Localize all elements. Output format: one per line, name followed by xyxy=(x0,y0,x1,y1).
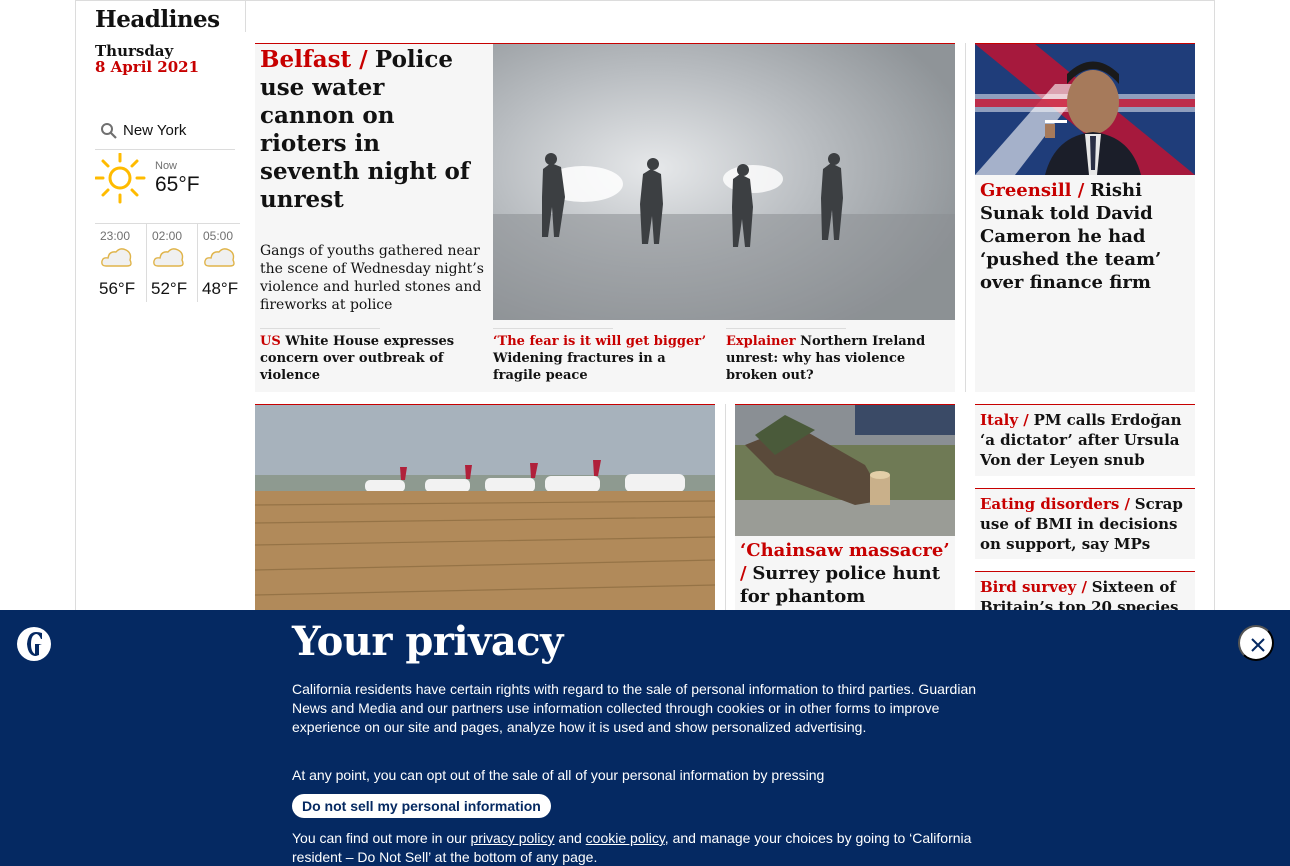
planes-photo[interactable] xyxy=(254,404,716,611)
story-kicker: Belfast / xyxy=(260,46,368,73)
related-link-kicker: ‘The fear is it will get bigger’ xyxy=(493,334,707,349)
section-title: Headlines xyxy=(95,6,220,33)
cookie-policy-link[interactable]: cookie policy xyxy=(586,830,665,846)
privacy-paragraph: At any point, you can opt out of the sal… xyxy=(292,767,825,783)
divider xyxy=(260,328,380,329)
forecast-time: 23:00 xyxy=(100,229,131,243)
story-card[interactable]: ‘Chainsaw massacre’ / Surrey police hunt… xyxy=(735,404,955,630)
forecast-item: 02:00 52°F xyxy=(146,224,196,302)
column-divider xyxy=(725,404,726,610)
forecast-time: 02:00 xyxy=(152,229,183,243)
privacy-text: You can find out more in our xyxy=(292,830,471,846)
story-kicker: Greensill / xyxy=(980,180,1085,201)
lead-story-headline[interactable]: Belfast / Police use water cannon on rio… xyxy=(260,46,485,214)
lead-story-card[interactable]: Belfast / Police use water cannon on rio… xyxy=(255,43,955,392)
related-link-text: Widening fractures in a fragile peace xyxy=(493,351,666,383)
story-kicker: Bird survey / xyxy=(980,578,1087,596)
close-icon xyxy=(1251,638,1265,652)
divider xyxy=(726,328,846,329)
related-link-kicker: US xyxy=(260,334,281,349)
lead-story-standfirst: Gangs of youths gathered near the scene … xyxy=(260,243,484,313)
forecast-item: 05:00 48°F xyxy=(197,224,247,302)
story-headline[interactable]: Italy / PM calls Erdoğan ‘a dictator’ af… xyxy=(975,405,1195,475)
column-divider xyxy=(965,43,966,392)
story-kicker: Eating disorders / xyxy=(980,495,1131,513)
do-not-sell-button[interactable]: Do not sell my personal information xyxy=(292,794,551,818)
story-card[interactable]: Greensill / Rishi Sunak told David Camer… xyxy=(975,43,1195,392)
privacy-banner: Your privacy California residents have c… xyxy=(0,610,1290,866)
cloud-moon-icon xyxy=(203,244,237,274)
privacy-policy-link[interactable]: privacy policy xyxy=(471,830,555,846)
forecast-item: 23:00 56°F xyxy=(95,224,145,302)
story-card[interactable]: Bird survey / Sixteen of Britain’s top 2… xyxy=(975,571,1195,610)
privacy-paragraph: California residents have certain rights… xyxy=(292,681,977,735)
weather-now-label: Now xyxy=(155,160,178,172)
location-input[interactable] xyxy=(123,122,233,139)
related-link-text: White House expresses concern over outbr… xyxy=(260,334,455,383)
forecast-temp: 48°F xyxy=(202,279,239,298)
top-border xyxy=(75,0,1215,1)
privacy-text: and xyxy=(554,830,586,846)
guardian-logo-icon xyxy=(16,626,52,666)
date-full: 8 April 2021 xyxy=(95,58,200,76)
privacy-title: Your privacy xyxy=(292,618,563,665)
search-icon[interactable] xyxy=(100,122,118,144)
privacy-paragraph: You can find out more in our privacy pol… xyxy=(292,829,997,866)
forecast-temp: 52°F xyxy=(151,279,188,298)
close-button[interactable] xyxy=(1238,625,1274,661)
sunak-photo[interactable] xyxy=(975,44,1195,175)
story-card[interactable]: Eating disorders / Scrap use of BMI in d… xyxy=(975,488,1195,559)
sun-icon xyxy=(94,152,147,209)
forecast-temp: 56°F xyxy=(99,279,136,298)
related-link[interactable]: Explainer Northern Ireland unrest: why h… xyxy=(726,328,951,384)
story-card[interactable]: Italy / PM calls Erdoğan ‘a dictator’ af… xyxy=(975,404,1195,476)
riot-photo[interactable] xyxy=(493,44,955,320)
weather-location-search[interactable] xyxy=(95,116,235,150)
title-divider xyxy=(245,0,246,32)
story-headline[interactable]: Greensill / Rishi Sunak told David Camer… xyxy=(980,179,1192,294)
related-link[interactable]: US White House expresses concern over ou… xyxy=(260,328,485,384)
forecast-time: 05:00 xyxy=(203,229,234,243)
story-headline[interactable]: Bird survey / Sixteen of Britain’s top 2… xyxy=(975,572,1195,610)
related-link-kicker: Explainer xyxy=(726,334,796,349)
divider xyxy=(493,328,613,329)
story-kicker: Italy / xyxy=(980,411,1029,429)
felled-tree-photo[interactable] xyxy=(735,405,955,536)
weather-forecast: 23:00 56°F 02:00 52°F 05:00 48°F xyxy=(95,223,240,303)
cloud-moon-icon xyxy=(152,244,186,274)
story-headline[interactable]: Eating disorders / Scrap use of BMI in d… xyxy=(975,489,1195,559)
weather-now-temp: 65°F xyxy=(155,173,200,196)
cloud-moon-icon xyxy=(100,244,134,274)
related-link[interactable]: ‘The fear is it will get bigger’ Widenin… xyxy=(493,328,718,384)
